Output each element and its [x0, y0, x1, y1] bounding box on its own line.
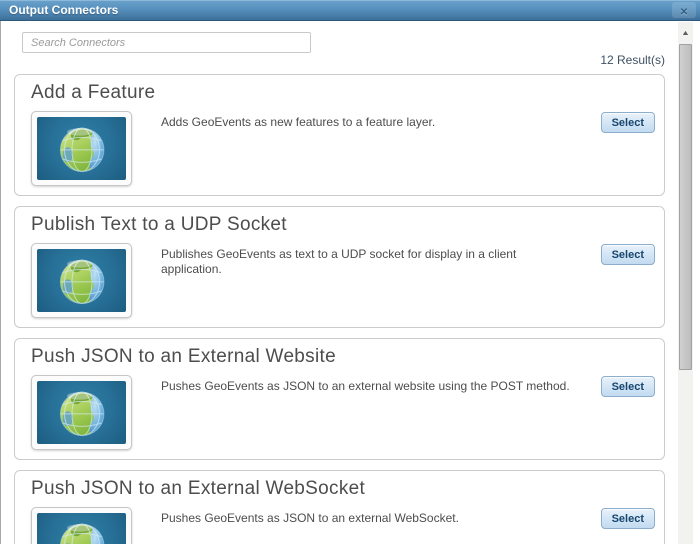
thumbnail-background	[37, 249, 126, 312]
globe-icon	[59, 523, 104, 544]
connector-thumbnail	[31, 375, 132, 450]
close-icon: ✕	[679, 7, 689, 18]
connector-thumbnail	[31, 507, 132, 544]
dialog-title: Output Connectors	[9, 3, 119, 17]
select-button[interactable]: Select	[600, 508, 655, 529]
connector-card: Add a Feature Adds GeoEvents as new feat…	[14, 74, 665, 196]
connector-thumbnail	[31, 111, 132, 186]
scrollbar[interactable]: ▲	[678, 22, 693, 544]
thumbnail-background	[37, 117, 126, 180]
chevron-up-icon: ▲	[680, 30, 691, 37]
connector-card: Publish Text to a UDP Socket Publishes G…	[14, 206, 665, 328]
globe-icon	[59, 127, 104, 172]
connector-description: Adds GeoEvents as new features to a feat…	[161, 115, 436, 129]
results-count: 12 Result(s)	[600, 53, 665, 67]
close-button[interactable]: ✕	[672, 2, 696, 18]
connector-title: Add a Feature	[31, 82, 156, 103]
connector-description: Publishes GeoEvents as text to a UDP soc…	[161, 247, 517, 276]
connector-title: Publish Text to a UDP Socket	[31, 214, 287, 235]
connector-title: Push JSON to an External WebSocket	[31, 478, 366, 499]
dialog-titlebar: Output Connectors ✕	[0, 0, 700, 21]
connector-card: Push JSON to an External Website Pushes …	[14, 338, 665, 460]
thumbnail-background	[37, 381, 126, 444]
select-button[interactable]: Select	[600, 244, 655, 265]
connector-list: Add a Feature Adds GeoEvents as new feat…	[14, 74, 665, 544]
connector-card: Push JSON to an External WebSocket Pushe…	[14, 470, 665, 544]
connector-title: Push JSON to an External Website	[31, 346, 336, 367]
select-button[interactable]: Select	[600, 112, 655, 133]
search-input[interactable]	[22, 32, 311, 53]
globe-icon	[59, 391, 104, 436]
output-connectors-dialog: Output Connectors ✕ 12 Result(s) Add a F…	[0, 0, 700, 544]
thumbnail-background	[37, 513, 126, 544]
select-button[interactable]: Select	[600, 376, 655, 397]
scroll-up-button[interactable]: ▲	[678, 22, 693, 37]
connector-thumbnail	[31, 243, 132, 318]
globe-icon	[59, 259, 104, 304]
scrollbar-thumb[interactable]	[679, 44, 692, 370]
connector-description: Pushes GeoEvents as JSON to an external …	[161, 379, 570, 393]
dialog-left-border	[0, 21, 1, 544]
connector-description: Pushes GeoEvents as JSON to an external …	[161, 511, 459, 525]
